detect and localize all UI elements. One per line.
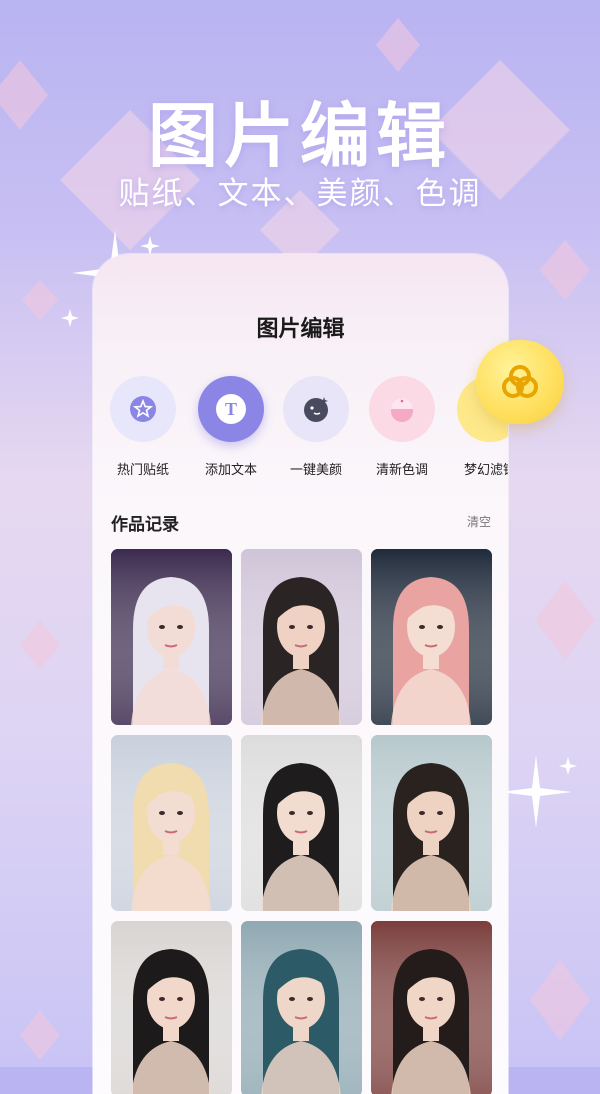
work-thumbnail[interactable] xyxy=(111,921,232,1094)
tool-label: 一键美颜 xyxy=(289,463,342,478)
clear-button[interactable]: 清空 xyxy=(467,513,491,530)
portrait-image xyxy=(371,549,492,725)
work-thumbnail[interactable] xyxy=(111,549,232,725)
work-thumbnail[interactable] xyxy=(241,921,362,1094)
portrait-image xyxy=(111,549,232,725)
tool-label: 清新色调 xyxy=(375,463,428,478)
face-sparkle-icon xyxy=(283,376,349,442)
work-thumbnail[interactable] xyxy=(241,549,362,725)
portrait-image xyxy=(241,549,362,725)
tool-hot-stickers[interactable]: 热门贴纸 xyxy=(108,376,178,478)
text-t-icon: T xyxy=(198,376,264,442)
color-drop-icon xyxy=(369,376,435,442)
portrait-image xyxy=(371,735,492,911)
work-thumbnail[interactable] xyxy=(371,549,492,725)
floating-filter-button[interactable] xyxy=(476,340,564,424)
tool-add-text[interactable]: T 添加文本 xyxy=(196,376,266,478)
hero-subtitle: 贴纸、文本、美颜、色调 xyxy=(118,176,482,212)
filter-rings-icon xyxy=(502,365,538,398)
card-title: 图片编辑 xyxy=(256,317,345,342)
portrait-image xyxy=(371,921,492,1094)
editor-card: 图片编辑 热门贴纸 T 添加文本 一键美颜 清新色调 梦幻滤 作品记录 清空 xyxy=(93,254,508,1094)
tool-label: 热门贴纸 xyxy=(116,463,169,478)
portrait-image xyxy=(241,735,362,911)
tool-one-click-beauty[interactable]: 一键美颜 xyxy=(281,376,351,478)
work-thumbnail[interactable] xyxy=(241,735,362,911)
records-title: 作品记录 xyxy=(111,515,179,535)
tool-fresh-tone[interactable]: 清新色调 xyxy=(367,376,437,478)
portrait-image xyxy=(111,735,232,911)
portrait-image xyxy=(241,921,362,1094)
tool-row: 热门贴纸 T 添加文本 一键美颜 清新色调 梦幻滤 xyxy=(108,376,508,478)
tool-label: 添加文本 xyxy=(204,463,257,478)
work-thumbnail[interactable] xyxy=(111,735,232,911)
hero-title: 图片编辑 xyxy=(148,95,452,177)
work-thumbnail[interactable] xyxy=(371,921,492,1094)
tool-label: 梦幻滤镜 xyxy=(463,463,508,478)
sticker-star-icon xyxy=(110,376,176,442)
svg-text:T: T xyxy=(225,399,237,419)
portrait-image xyxy=(111,921,232,1094)
work-thumbnail[interactable] xyxy=(371,735,492,911)
